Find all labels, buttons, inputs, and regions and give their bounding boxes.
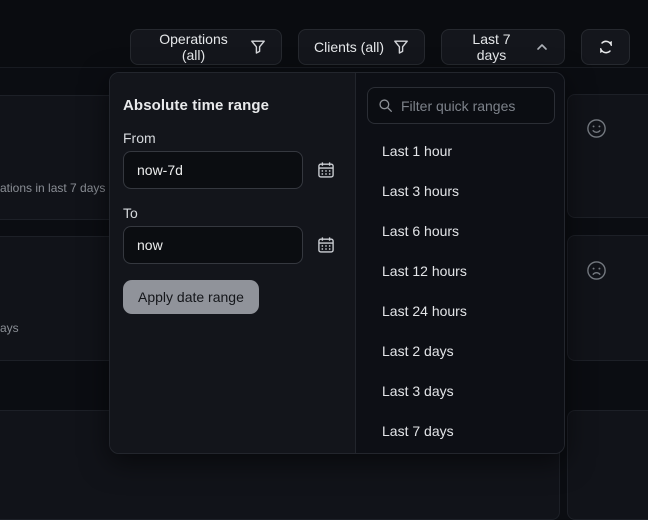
quick-ranges-list: Last 1 hour Last 3 hours Last 6 hours La… <box>356 131 564 451</box>
dashboard-card <box>567 94 648 218</box>
card-caption: ays <box>0 321 19 335</box>
clients-filter-label: Clients (all) <box>314 39 384 55</box>
quick-range-label: Last 2 days <box>382 343 454 359</box>
funnel-icon <box>393 39 409 55</box>
dashboard-card <box>567 410 648 520</box>
refresh-sync-icon <box>597 38 615 56</box>
panel-title: Absolute time range <box>123 97 342 114</box>
calendar-icon <box>317 161 335 179</box>
chevron-up-icon <box>535 40 549 54</box>
to-calendar-button[interactable] <box>316 235 336 255</box>
sad-face-icon <box>586 260 607 281</box>
quick-range-label: Last 3 days <box>382 383 454 399</box>
quick-ranges-search <box>367 87 555 124</box>
quick-range-option[interactable]: Last 7 days <box>356 411 564 451</box>
quick-range-label: Last 7 days <box>382 423 454 439</box>
quick-range-label: Last 12 hours <box>382 263 467 279</box>
funnel-icon <box>250 39 266 55</box>
dashboard-card <box>567 235 648 361</box>
quick-range-option[interactable]: Last 1 hour <box>356 131 564 171</box>
from-calendar-button[interactable] <box>316 160 336 180</box>
absolute-time-range-section: Absolute time range From To <box>110 73 355 453</box>
quick-range-option[interactable]: Last 3 hours <box>356 171 564 211</box>
operations-filter-button[interactable]: Operations (all) <box>130 29 282 65</box>
clients-filter-button[interactable]: Clients (all) <box>298 29 425 65</box>
to-input[interactable] <box>123 226 303 264</box>
quick-range-option[interactable]: Last 3 days <box>356 371 564 411</box>
to-input-row <box>123 226 342 264</box>
to-label: To <box>123 205 342 221</box>
apply-date-range-button[interactable]: Apply date range <box>123 280 259 314</box>
quick-range-label: Last 1 hour <box>382 143 452 159</box>
refresh-button[interactable] <box>581 29 630 65</box>
from-label: From <box>123 130 342 146</box>
from-input-row <box>123 151 342 189</box>
happy-face-icon <box>586 118 607 139</box>
time-range-label: Last 7 days <box>457 31 526 63</box>
operations-filter-label: Operations (all) <box>146 31 241 63</box>
time-range-button[interactable]: Last 7 days <box>441 29 565 65</box>
quick-range-label: Last 3 hours <box>382 183 459 199</box>
quick-ranges-section: Last 1 hour Last 3 hours Last 6 hours La… <box>355 73 564 453</box>
quick-range-option[interactable]: Last 2 days <box>356 331 564 371</box>
filter-quick-ranges-input[interactable] <box>367 87 555 124</box>
from-input[interactable] <box>123 151 303 189</box>
time-range-picker-panel: Absolute time range From To <box>109 72 565 454</box>
quick-range-label: Last 24 hours <box>382 303 467 319</box>
card-caption: ations in last 7 days <box>0 181 105 195</box>
quick-range-label: Last 6 hours <box>382 223 459 239</box>
quick-range-option[interactable]: Last 12 hours <box>356 251 564 291</box>
top-toolbar: Operations (all) Clients (all) Last 7 da… <box>0 0 648 68</box>
calendar-icon <box>317 236 335 254</box>
quick-range-option[interactable]: Last 6 hours <box>356 211 564 251</box>
quick-range-option[interactable]: Last 24 hours <box>356 291 564 331</box>
